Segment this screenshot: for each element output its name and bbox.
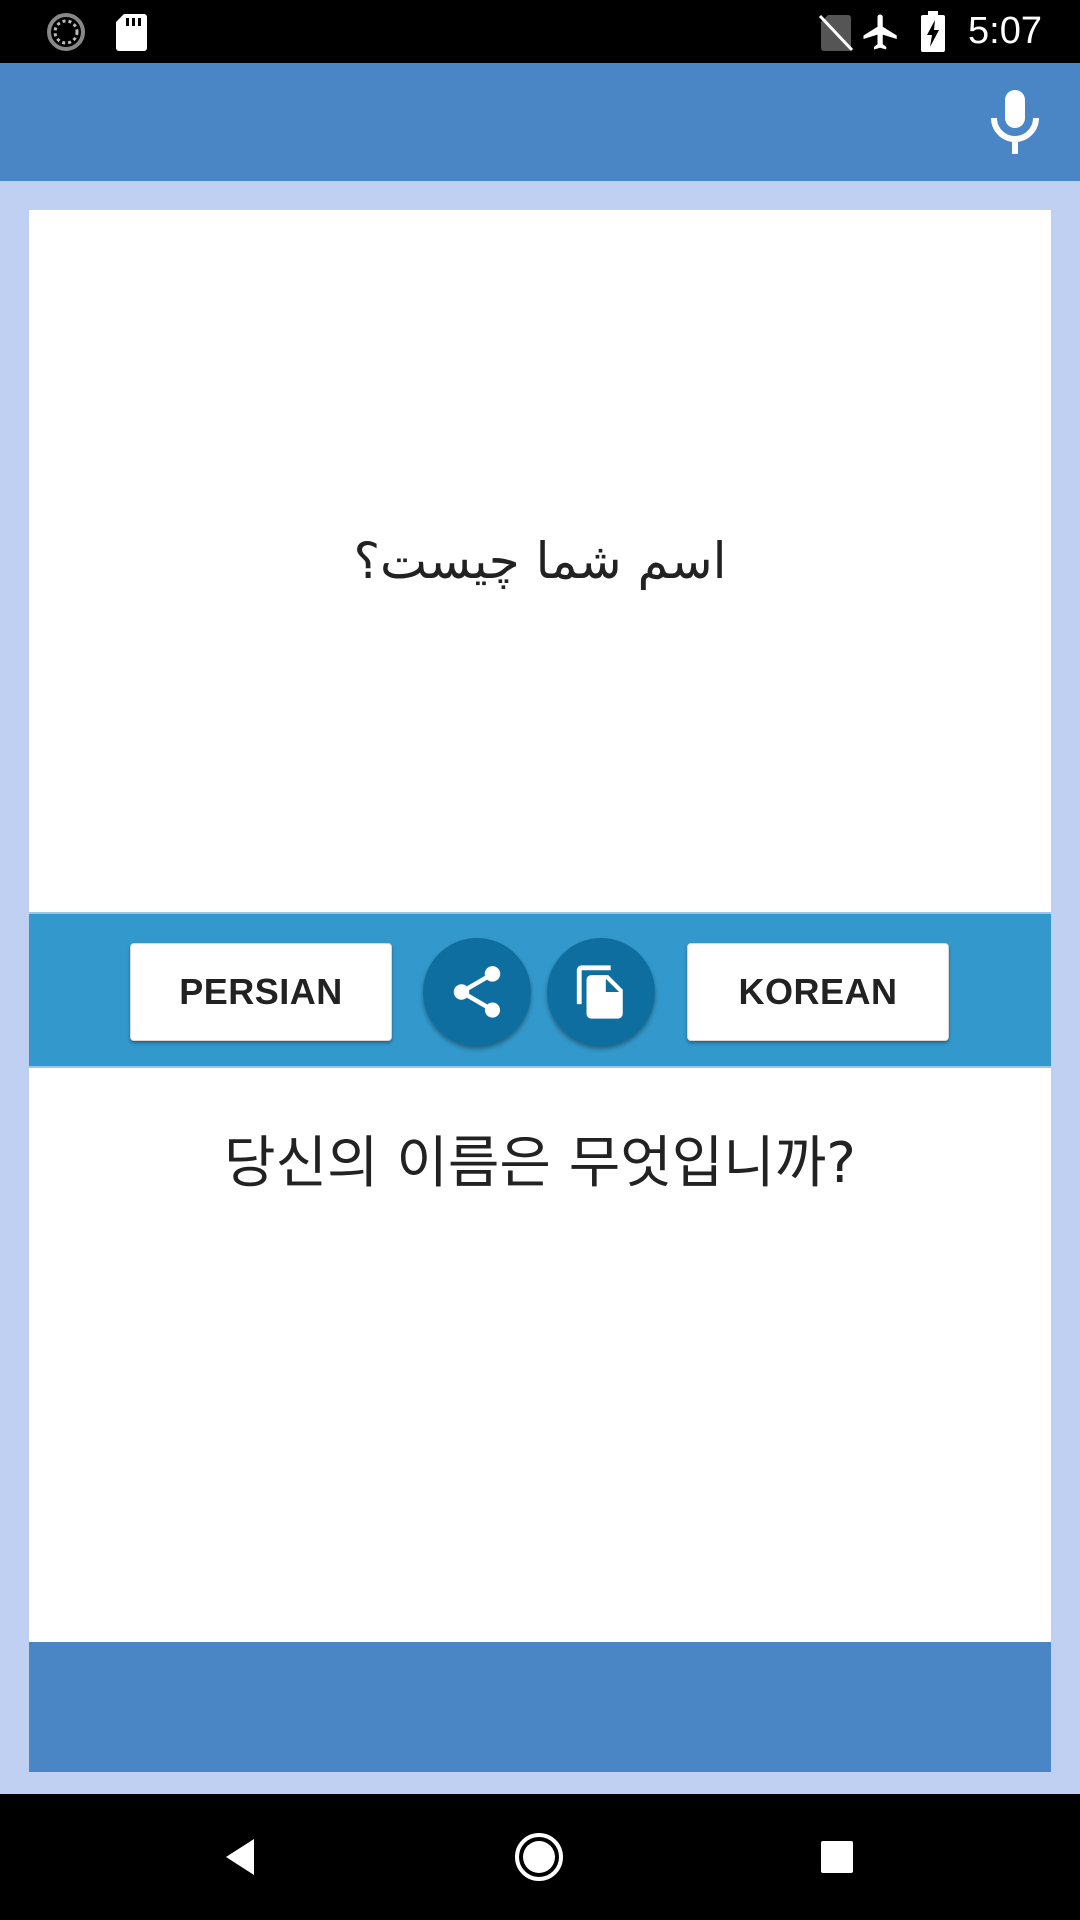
airplane-mode-icon [860, 0, 902, 63]
source-text: اسم شما چیست؟ [353, 532, 727, 590]
back-button[interactable] [207, 1824, 273, 1890]
status-bar: 5:07 [0, 0, 1080, 63]
recents-button[interactable] [804, 1824, 870, 1890]
back-icon [226, 1839, 254, 1875]
microphone-icon [991, 90, 1039, 154]
translated-text: 당신의 이름은 무엇입니까? [223, 1131, 857, 1196]
home-button[interactable] [506, 1824, 572, 1890]
share-button[interactable] [423, 938, 531, 1046]
share-icon [453, 966, 501, 1018]
language-controls-bar: PERSIAN KOREAN [29, 912, 1051, 1068]
translation-panel: 당신의 이름은 무엇입니까? [29, 1068, 1051, 1642]
home-icon [515, 1833, 563, 1881]
status-clock: 5:07 [968, 10, 1042, 52]
recents-icon [821, 1841, 853, 1873]
source-language-button[interactable]: PERSIAN [130, 943, 392, 1041]
system-nav-bar [0, 1794, 1080, 1920]
source-text-panel[interactable]: اسم شما چیست؟ [29, 210, 1051, 912]
target-language-button[interactable]: KOREAN [687, 943, 949, 1041]
sd-card-icon [114, 0, 148, 63]
copy-icon [576, 965, 623, 1019]
no-sim-icon [818, 0, 854, 63]
loading-icon [46, 0, 86, 63]
microphone-button[interactable] [978, 85, 1052, 159]
battery-charging-icon [920, 0, 946, 63]
ad-banner-area [29, 1642, 1051, 1772]
app-bar [0, 63, 1080, 181]
copy-button[interactable] [547, 938, 655, 1046]
